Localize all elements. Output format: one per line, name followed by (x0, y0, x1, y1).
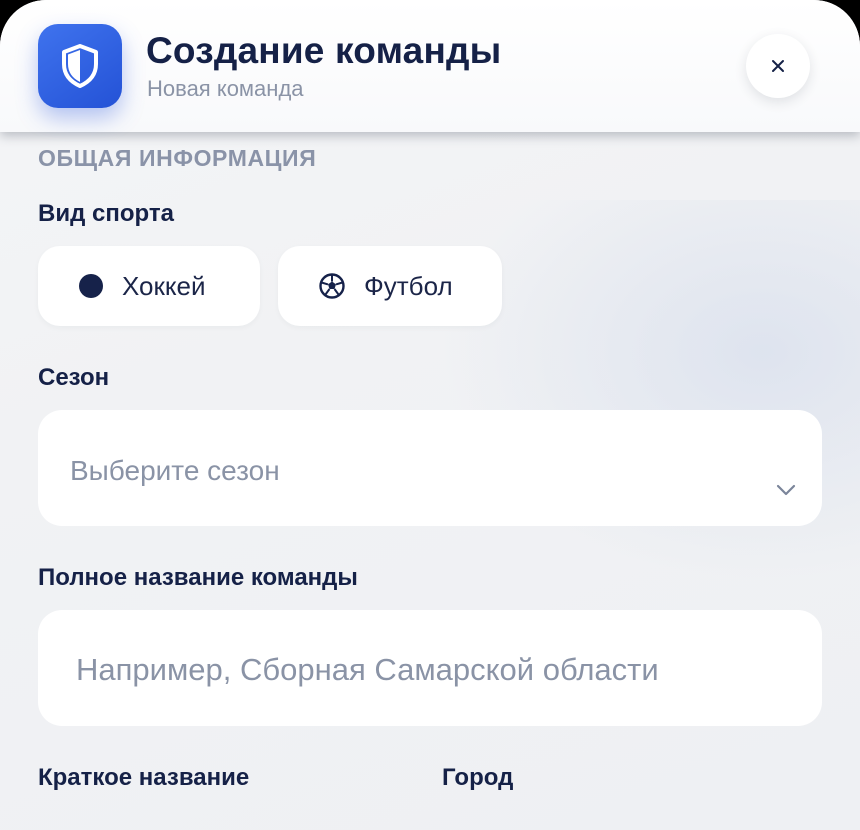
create-team-sheet: Создание команды Новая команда ОБЩАЯ ИНФ… (0, 0, 860, 830)
close-icon (772, 60, 784, 72)
close-button[interactable] (746, 34, 810, 98)
page-subtitle: Новая команда (147, 76, 304, 101)
chevron-down-icon (776, 484, 796, 496)
season-label: Сезон (38, 364, 110, 391)
soccer-ball-icon (319, 273, 345, 299)
full-name-placeholder: Например, Сборная Самарской области (76, 652, 659, 687)
sport-option-football[interactable]: Футбол (278, 246, 502, 326)
sport-option-label: Хоккей (122, 270, 206, 301)
short-name-label: Краткое название (38, 764, 250, 791)
page-title: Создание команды (146, 30, 502, 71)
sport-option-hockey[interactable]: Хоккей (38, 246, 260, 326)
sheet-header: Создание команды Новая команда (0, 0, 860, 132)
city-label: Город (442, 764, 514, 791)
season-select[interactable]: Выберите сезон (38, 410, 822, 526)
sport-label: Вид спорта (38, 200, 174, 227)
section-title: ОБЩАЯ ИНФОРМАЦИЯ (38, 145, 317, 171)
season-placeholder: Выберите сезон (70, 455, 280, 486)
puck-icon (79, 274, 103, 298)
full-name-label: Полное название команды (38, 564, 358, 591)
sport-option-label: Футбол (364, 270, 453, 301)
full-name-input[interactable]: Например, Сборная Самарской области (38, 610, 822, 726)
shield-icon (38, 24, 122, 108)
